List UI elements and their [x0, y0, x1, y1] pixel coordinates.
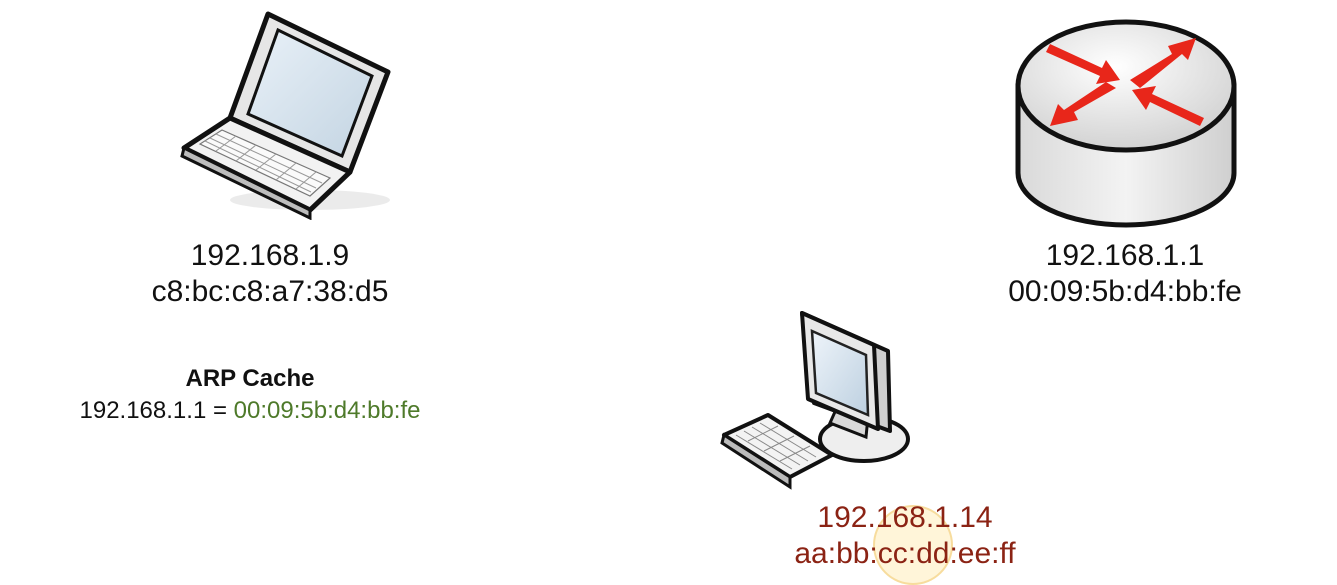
laptop-ip: 192.168.1.9: [190, 239, 350, 272]
arp-cache-entry-mac: 00:09:5b:d4:bb:fe: [233, 397, 421, 424]
arp-cache-title: ARP Cache: [185, 365, 315, 392]
laptop-mac: c8:bc:c8:a7:38:d5: [151, 275, 389, 308]
desktop-ip: 192.168.1.14: [817, 501, 993, 534]
router-mac: 00:09:5b:d4:bb:fe: [1008, 275, 1242, 308]
desktop-computer-icon: [720, 311, 910, 490]
laptop-icon: [180, 11, 391, 220]
desktop-address-label: 192.168.1.14 aa:bb:cc:dd:ee:ff: [720, 500, 1090, 572]
arp-cache: ARP Cache 192.168.1.1 = 00:09:5b:d4:bb:f…: [20, 363, 480, 427]
laptop-address-label: 192.168.1.9 c8:bc:c8:a7:38:d5: [90, 238, 450, 310]
router-ip: 192.168.1.1: [1045, 239, 1205, 272]
arp-cache-entry-ip: 192.168.1.1 =: [79, 397, 234, 424]
router-icon: [1015, 19, 1237, 228]
router-address-label: 192.168.1.1 00:09:5b:d4:bb:fe: [945, 238, 1305, 310]
desktop-mac: aa:bb:cc:dd:ee:ff: [794, 537, 1016, 570]
